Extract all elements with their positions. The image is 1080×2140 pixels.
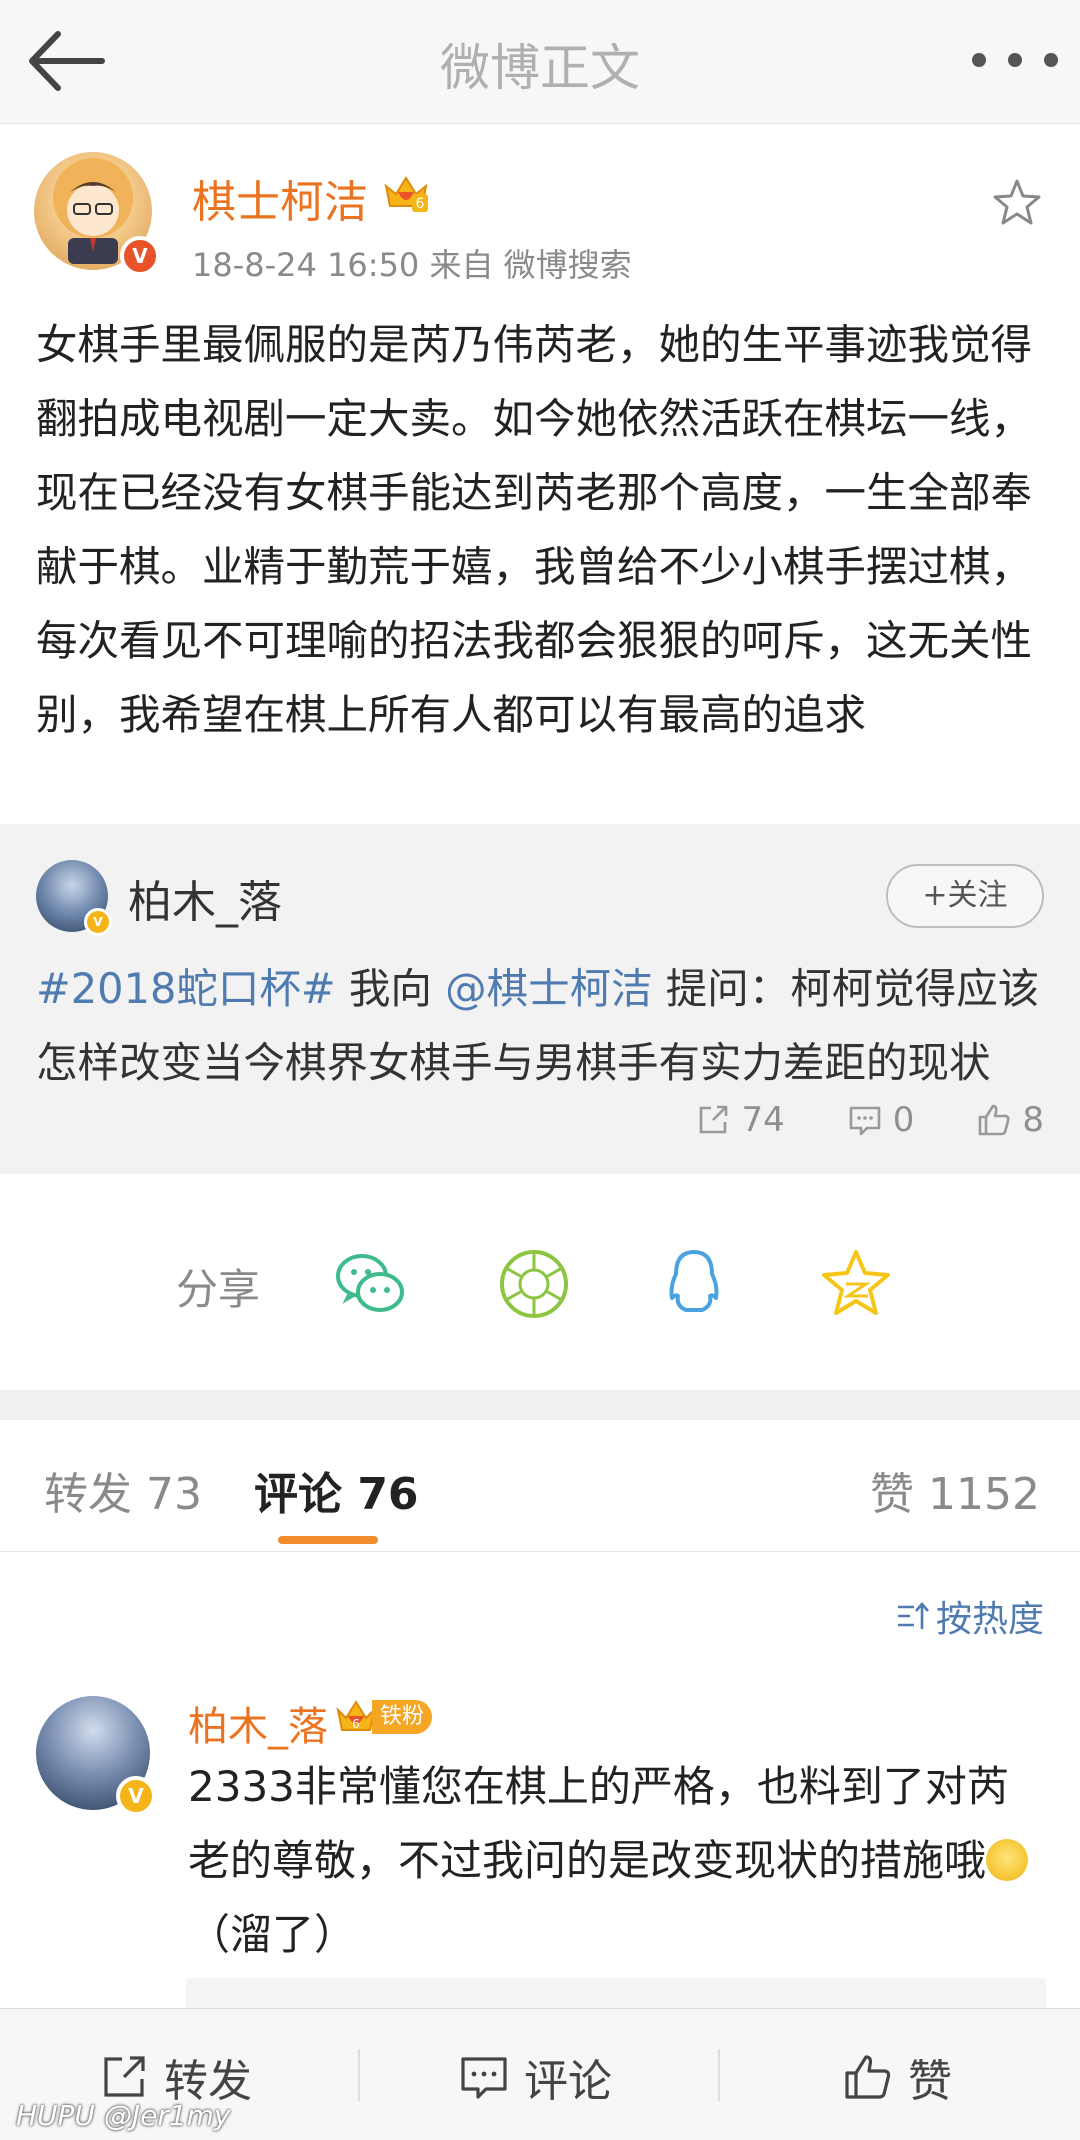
- moments-icon[interactable]: [496, 1246, 572, 1322]
- bottom-action-bar: 转发 评论 赞 HUPU @Jer1my: [0, 2008, 1080, 2140]
- quote-repost-count: 74: [741, 1100, 785, 1140]
- share-label: 分享: [176, 1265, 261, 1314]
- favorite-star-icon[interactable]: [990, 176, 1044, 230]
- mention-link[interactable]: @棋士柯洁: [445, 964, 653, 1013]
- verified-badge-icon: V: [116, 1776, 156, 1816]
- watermark: HUPU @Jer1my: [16, 2099, 231, 2132]
- author-avatar[interactable]: V: [34, 152, 160, 276]
- thumbs-up-icon: [979, 1104, 1010, 1136]
- quote-comment-count: 0: [892, 1100, 915, 1140]
- repost-icon: [104, 2056, 145, 2097]
- verified-badge-icon: V: [84, 908, 112, 936]
- tab-repost[interactable]: 转发 73: [44, 1458, 202, 1522]
- quote-like-count: 8: [1022, 1100, 1044, 1140]
- qq-icon[interactable]: [656, 1246, 732, 1322]
- comment-button[interactable]: 评论: [458, 2045, 612, 2109]
- comment-label: 评论: [524, 2056, 612, 2107]
- quote-author-avatar[interactable]: V: [36, 860, 112, 936]
- quote-comment-stat[interactable]: 0: [847, 1100, 915, 1140]
- section-divider: [0, 1390, 1080, 1420]
- quote-repost-stat[interactable]: 74: [695, 1100, 785, 1140]
- svg-text:6: 6: [352, 1717, 360, 1731]
- follow-button[interactable]: +关注: [886, 864, 1044, 928]
- comment-text-tail: （溜了）: [188, 1910, 357, 1959]
- iron-fan-badge: 6 铁粉: [334, 1696, 433, 1738]
- hashtag-link[interactable]: #2018蛇口杯#: [36, 964, 336, 1013]
- page-title: 微博正文: [440, 39, 640, 97]
- active-tab-indicator: [278, 1536, 378, 1544]
- quote-text: #2018蛇口杯# 我向 @棋士柯洁 提问：柯柯觉得应该怎样改变当今棋界女棋手与…: [36, 952, 1046, 1100]
- verified-badge-icon: V: [120, 236, 160, 276]
- tab-comment[interactable]: 评论 76: [254, 1458, 419, 1522]
- like-button[interactable]: 赞: [842, 2045, 952, 2109]
- more-options-icon[interactable]: [972, 50, 1058, 70]
- comment-icon: [461, 2057, 507, 2099]
- separator: [718, 2049, 720, 2101]
- like-label: 赞: [908, 2056, 952, 2107]
- commenter-name[interactable]: 柏木_落: [188, 1694, 328, 1752]
- repost-icon: [700, 1105, 728, 1134]
- qzone-icon[interactable]: [818, 1246, 894, 1322]
- quote-text-mid: 我向: [335, 964, 446, 1013]
- top-nav-bar: 微博正文: [0, 0, 1080, 124]
- quote-stats: 74 0 8: [695, 1100, 1044, 1140]
- comment-text-main: 2333非常懂您在棋上的严格，也料到了对芮老的尊敬，不过我问的是改变现状的措施哦: [188, 1762, 1009, 1885]
- post-meta: 18-8-24 16:50 来自 微博搜索: [192, 246, 632, 284]
- sort-icon: [897, 1602, 929, 1629]
- comment-icon: [849, 1106, 881, 1136]
- svg-text:6: 6: [416, 196, 425, 212]
- comment-text: 2333非常懂您在棋上的严格，也料到了对芮老的尊敬，不过我问的是改变现状的措施哦…: [188, 1750, 1048, 1972]
- fan-tag: 铁粉: [372, 1700, 433, 1734]
- interaction-tabs: 转发 73 评论 76 赞 1152: [0, 1420, 1080, 1552]
- commenter-avatar[interactable]: V: [36, 1696, 156, 1816]
- quoted-post-card[interactable]: V 柏木_落 +关注 #2018蛇口杯# 我向 @棋士柯洁 提问：柯柯觉得应该怎…: [0, 824, 1080, 1174]
- quote-author-name[interactable]: 柏木_落: [128, 866, 282, 930]
- wechat-icon[interactable]: [332, 1246, 408, 1322]
- vip-crown-icon: 6: [382, 172, 430, 214]
- tab-like[interactable]: 赞 1152: [870, 1458, 1040, 1522]
- sort-by-hot-button[interactable]: 按热度: [896, 1590, 1044, 1642]
- thumbs-up-icon: [845, 2055, 891, 2099]
- separator: [358, 2049, 360, 2101]
- sort-label: 按热度: [935, 1599, 1044, 1640]
- quote-like-stat[interactable]: 8: [976, 1100, 1044, 1140]
- post-body: 女棋手里最佩服的是芮乃伟芮老，她的生平事迹我觉得翻拍成电视剧一定大卖。如今她依然…: [36, 320, 1033, 739]
- author-name[interactable]: 棋士柯洁: [192, 166, 368, 230]
- smile-emoji-icon: [986, 1839, 1029, 1881]
